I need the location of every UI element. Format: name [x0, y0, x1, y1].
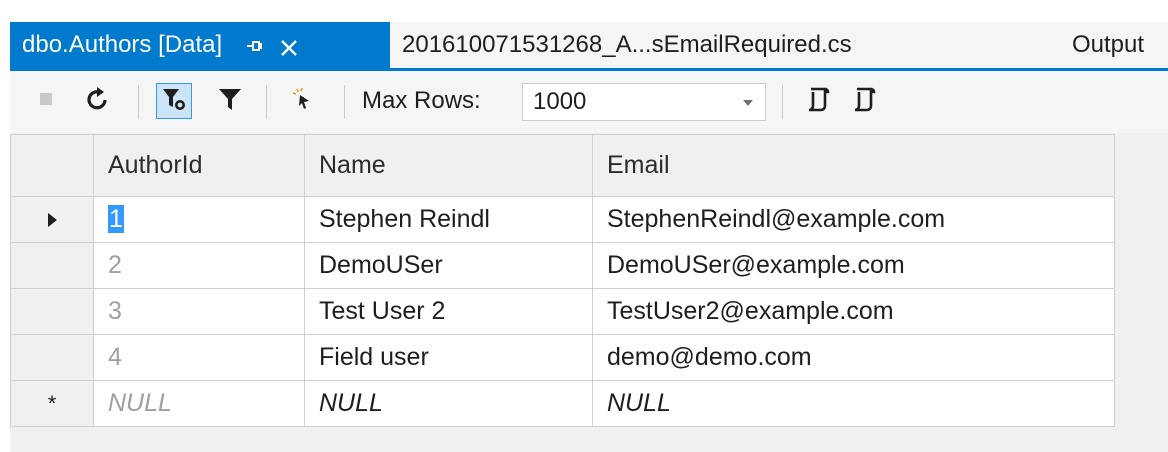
cell-email[interactable]: NULL [592, 380, 1115, 427]
stop-icon [39, 92, 53, 111]
script-to-file-button[interactable] [846, 83, 882, 119]
table-row[interactable]: 2 DemoUSer DemoUSer@example.com [10, 242, 1115, 289]
column-header-name[interactable]: Name [304, 134, 593, 197]
tab-migration-file[interactable]: 201610071531268_A...sEmailRequired.cs [402, 22, 852, 68]
tab-label: Output [1071, 31, 1144, 58]
new-row-marker: * [47, 391, 57, 416]
pin-icon[interactable] [244, 35, 264, 55]
cell-name[interactable]: Field user [304, 334, 593, 381]
filter-toggle-button[interactable] [156, 83, 192, 119]
filter-toggle-icon [161, 86, 187, 117]
tab-authors-data[interactable]: dbo.Authors [Data] [10, 22, 390, 68]
document-tab-strip: dbo.Authors [Data] 201610071531268_A...s… [10, 22, 1168, 68]
filter-icon [218, 87, 242, 116]
cell-authorid[interactable]: 4 [93, 334, 305, 381]
tab-label: dbo.Authors [Data] [22, 31, 223, 58]
script-icon [803, 84, 833, 119]
cursor-icon [292, 87, 316, 116]
refresh-button[interactable] [80, 83, 116, 119]
current-row-arrow-icon [47, 213, 57, 227]
stop-button[interactable] [28, 83, 64, 119]
tab-output[interactable]: Output [1072, 22, 1144, 68]
row-header[interactable]: * [10, 380, 94, 427]
chevron-down-icon [743, 100, 753, 106]
select-cursor-button[interactable] [286, 83, 322, 119]
cell-authorid[interactable]: 3 [93, 288, 305, 335]
table-row[interactable]: 4 Field user demo@demo.com [10, 334, 1115, 381]
cell-email[interactable]: StephenReindl@example.com [592, 196, 1115, 243]
data-toolbar: Max Rows: 1000 [10, 71, 1168, 133]
cell-email[interactable]: TestUser2@example.com [592, 288, 1115, 335]
max-rows-value: 1000 [533, 88, 587, 115]
table-row[interactable]: 3 Test User 2 TestUser2@example.com [10, 288, 1115, 335]
cell-authorid[interactable]: 2 [93, 242, 305, 289]
cell-authorid[interactable]: 1 [93, 196, 305, 243]
filter-button[interactable] [212, 83, 248, 119]
refresh-icon [85, 86, 111, 117]
script-button[interactable] [800, 83, 836, 119]
row-header[interactable] [10, 242, 94, 289]
cell-name[interactable]: DemoUSer [304, 242, 593, 289]
cell-email[interactable]: demo@demo.com [592, 334, 1115, 381]
column-header-authorid[interactable]: AuthorId [93, 134, 305, 197]
cell-name[interactable]: NULL [304, 380, 593, 427]
toolbar-separator [782, 85, 783, 119]
toolbar-separator [344, 85, 345, 119]
close-icon[interactable] [280, 36, 298, 56]
selected-cell-text: 1 [108, 205, 124, 233]
new-row[interactable]: * NULL NULL NULL [10, 380, 1115, 427]
cell-name[interactable]: Test User 2 [304, 288, 593, 335]
toolbar-separator [138, 85, 139, 119]
row-header[interactable] [10, 288, 94, 335]
toolbar-separator [266, 85, 267, 119]
max-rows-dropdown[interactable]: 1000 [522, 83, 766, 121]
cell-name[interactable]: Stephen Reindl [304, 196, 593, 243]
row-header[interactable] [10, 334, 94, 381]
cell-email[interactable]: DemoUSer@example.com [592, 242, 1115, 289]
tab-label: 201610071531268_A...sEmailRequired.cs [402, 31, 852, 58]
data-grid: AuthorId Name Email 1 Stephen Reindl Ste… [10, 134, 1115, 427]
grid-header-row: AuthorId Name Email [10, 134, 1115, 197]
row-header-corner[interactable] [10, 134, 94, 197]
script-file-icon [849, 84, 879, 119]
row-header[interactable] [10, 196, 94, 243]
max-rows-label: Max Rows: [362, 87, 481, 114]
table-row[interactable]: 1 Stephen Reindl StephenReindl@example.c… [10, 196, 1115, 243]
column-header-email[interactable]: Email [592, 134, 1115, 197]
cell-authorid[interactable]: NULL [93, 380, 305, 427]
